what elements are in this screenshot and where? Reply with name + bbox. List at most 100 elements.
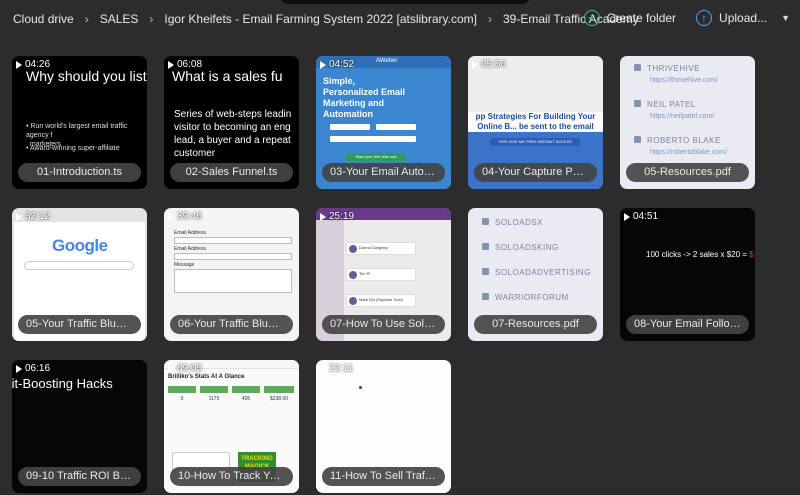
- video-duration: 04:26: [16, 59, 50, 70]
- video-duration: 09:05: [168, 363, 202, 374]
- file-name: 06-Your Traffic Bluepr...: [170, 315, 293, 334]
- link-icon: [634, 64, 641, 71]
- file-name: 03-Your Email Autore...: [322, 163, 445, 182]
- file-name: 01-Introduction.ts: [18, 163, 141, 182]
- thumb-list-item: SOLOADSKING: [482, 243, 559, 252]
- file-name: 07-How To Use Solo ...: [322, 315, 445, 334]
- video-duration: 39:46: [168, 211, 202, 222]
- toolbar-actions: + Create folder ↑ Upload... ▼: [583, 10, 790, 26]
- thumb-stat: 405: [241, 396, 251, 402]
- play-icon: [320, 364, 326, 373]
- video-duration: 05:56: [472, 59, 506, 70]
- thumb-field: [330, 136, 416, 142]
- play-icon: [320, 212, 326, 221]
- file-tile[interactable]: 100 clicks -> 2 sales x $20 = $ 04:51 08…: [620, 208, 755, 341]
- file-tile[interactable]: THRIVEHIVE https://thrivehive.com/ NEIL …: [620, 56, 755, 189]
- play-icon: [320, 60, 326, 69]
- file-name: 05-Resources.pdf: [626, 163, 749, 182]
- thumb-list-item: SOLOADADVERTISING: [482, 268, 591, 277]
- breadcrumb-item-sales[interactable]: SALES: [100, 12, 139, 26]
- thumb-card: Mark Eld (Superfor Solo): [346, 294, 416, 307]
- play-icon: [16, 364, 22, 373]
- thumb-stat-header: [264, 386, 294, 393]
- thumb-searchbar: [24, 261, 134, 270]
- create-folder-button[interactable]: + Create folder: [583, 10, 677, 26]
- file-name: 10-How To Track Your...: [170, 467, 293, 486]
- file-name: 07-Resources.pdf: [474, 315, 597, 334]
- thumb-list-item: WARRIORFORUM: [482, 293, 569, 302]
- video-duration: 06:08: [168, 59, 202, 70]
- thumb-list-url: https://robertoblake.com/: [650, 149, 728, 156]
- play-icon: [168, 212, 174, 221]
- thumb-label: Message: [174, 262, 195, 268]
- chevron-right-icon: ›: [84, 12, 89, 26]
- file-tile[interactable]: Donna Golightry Tim Pl Mark Eld (Superfo…: [316, 208, 451, 341]
- play-icon: [168, 60, 174, 69]
- link-icon: [482, 268, 489, 275]
- top-bar: Cloud drive › SALES › Igor Kheifets - Em…: [0, 0, 800, 40]
- create-folder-label: Create folder: [606, 11, 677, 25]
- video-duration: 25:19: [320, 211, 354, 222]
- file-name: 11-How To Sell Traffic...: [322, 467, 445, 486]
- thumb-field: [174, 237, 292, 244]
- thumb-list-url: https://neilpatel.com/: [650, 113, 715, 120]
- chevron-right-icon: ›: [149, 12, 154, 26]
- file-name: 05-Your Traffic Bluepr...: [18, 315, 141, 334]
- thumb-button: Start your free trial now: [346, 153, 406, 161]
- file-tile[interactable]: Brilliko's Stats At A Glance 0 1170 405 …: [164, 360, 299, 493]
- play-icon: [168, 364, 174, 373]
- video-duration: 04:52: [320, 59, 354, 70]
- thumb-stat: 1170: [208, 396, 220, 402]
- upload-button[interactable]: ↑ Upload... ▼: [696, 10, 790, 26]
- thumb-title: fit-Boosting Hacks: [12, 376, 113, 391]
- plus-circle-icon: +: [583, 10, 600, 26]
- file-name: 04-Your Capture Page...: [474, 163, 597, 182]
- thumb-field: [174, 253, 292, 260]
- thumb-button: YES! GIVE ME FREE INSTANT ACCESS: [490, 138, 580, 146]
- play-icon: [624, 212, 630, 221]
- link-icon: [634, 100, 641, 107]
- file-tile[interactable]: 06:08 What is a sales fu Series of web-s…: [164, 56, 299, 189]
- thumb-text: 100 clicks -> 2 sales x $20 = $: [646, 250, 754, 259]
- file-tile[interactable]: 04:26 Why should you liste • Run world's…: [12, 56, 147, 189]
- link-icon: [482, 218, 489, 225]
- file-name: 09-10 Traffic ROI Boo...: [18, 467, 141, 486]
- thumb-banner: pp Strategies For Building Your Online B…: [468, 112, 603, 141]
- play-icon: [472, 60, 478, 69]
- thumb-title: Simple, Personalized Email Marketing and…: [323, 76, 406, 119]
- thumb-title: Why should you liste: [26, 68, 147, 84]
- file-tile[interactable]: Google 32:12 05-Your Traffic Bluepr...: [12, 208, 147, 341]
- video-duration: 06:16: [16, 363, 50, 374]
- breadcrumb: Cloud drive › SALES › Igor Kheifets - Em…: [13, 12, 639, 26]
- thumb-field: [376, 124, 416, 130]
- chevron-down-icon[interactable]: ▼: [781, 13, 790, 23]
- file-tile[interactable]: Email Address Email Address Message 39:4…: [164, 208, 299, 341]
- thumb-list-item: NEIL PATEL: [634, 100, 696, 109]
- thumb-list-item: THRIVEHIVE: [634, 64, 700, 73]
- file-tile[interactable]: pp Strategies For Building Your Online B…: [468, 56, 603, 189]
- breadcrumb-item-course[interactable]: Igor Kheifets - Email Farming System 202…: [164, 12, 477, 26]
- video-duration: 22:11: [320, 363, 353, 374]
- link-icon: [482, 293, 489, 300]
- thumb-list-url: https://thrivehive.com/: [650, 77, 719, 84]
- thumb-label: Email Address: [174, 246, 206, 252]
- thumb-stat: 0: [180, 396, 184, 402]
- file-tile[interactable]: 22:11 11-How To Sell Traffic...: [316, 360, 451, 493]
- thumb-stat: $238.00: [269, 396, 289, 402]
- video-duration: 32:12: [16, 211, 50, 222]
- thumb-list-item: SOLOADSX: [482, 218, 543, 227]
- thumb-field: [330, 124, 370, 130]
- thumb-label: Email Address: [174, 230, 206, 236]
- thumb-stat-header: [168, 386, 196, 393]
- video-duration: 04:51: [624, 211, 658, 222]
- file-tile[interactable]: SOLOADSX SOLOADSKING SOLOADADVERTISING W…: [468, 208, 603, 341]
- link-icon: [634, 136, 641, 143]
- file-name: 08-Your Email Follow ...: [626, 315, 749, 334]
- thumb-title: What is a sales fu: [172, 68, 283, 84]
- link-icon: [482, 243, 489, 250]
- file-tile[interactable]: AWeber Simple, Personalized Email Market…: [316, 56, 451, 189]
- file-name: 02-Sales Funnel.ts: [170, 163, 293, 182]
- thumb-logo: Google: [52, 236, 108, 255]
- breadcrumb-item-cloud-drive[interactable]: Cloud drive: [13, 12, 74, 26]
- file-tile[interactable]: fit-Boosting Hacks 06:16 09-10 Traffic R…: [12, 360, 147, 493]
